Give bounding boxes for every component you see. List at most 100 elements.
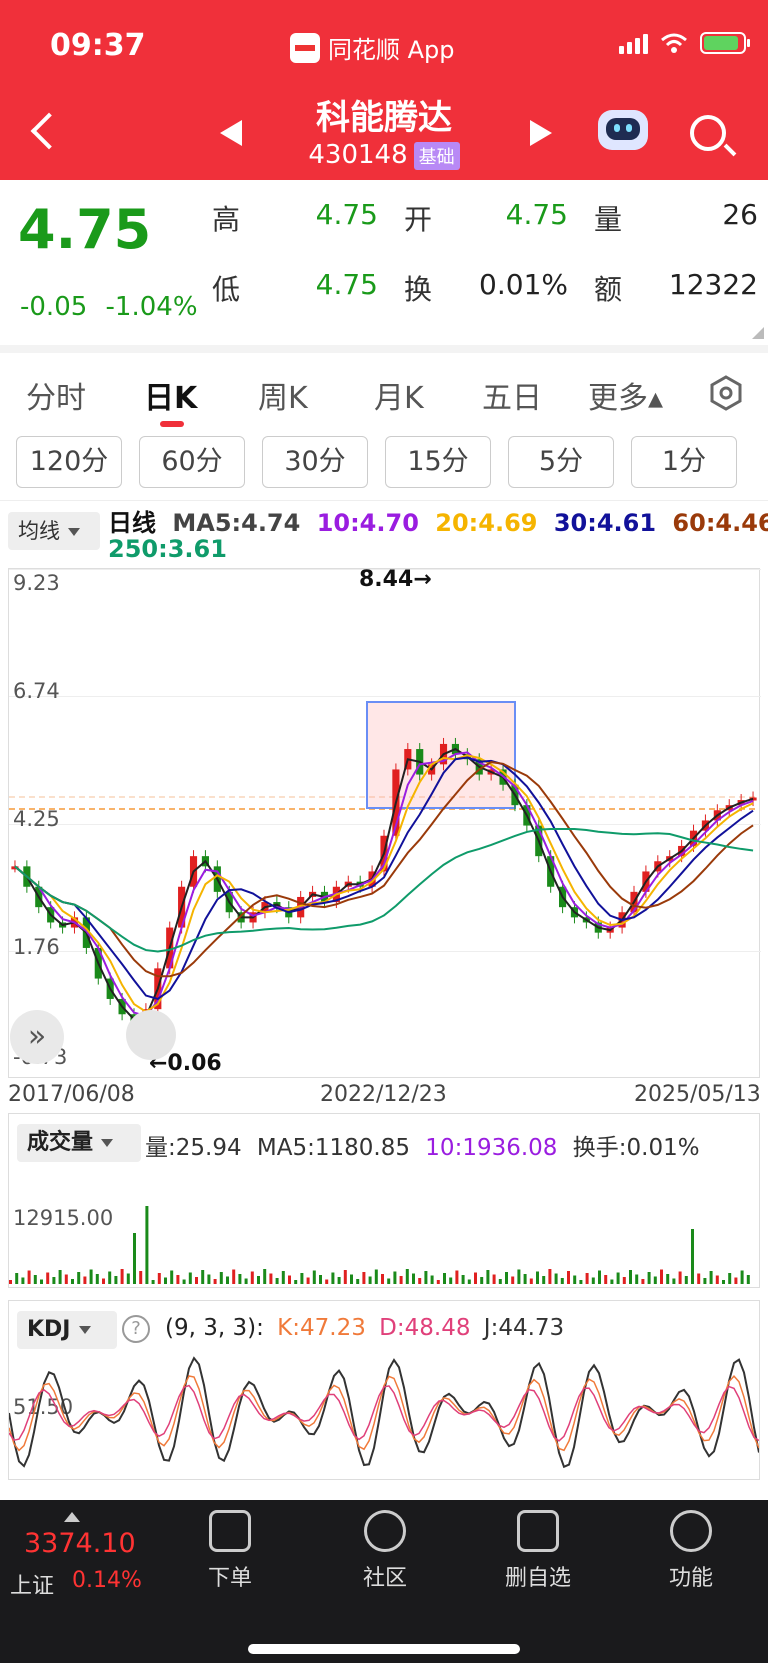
volume-bar <box>703 1278 707 1284</box>
volume-bar <box>461 1275 465 1284</box>
volume-bar <box>64 1274 68 1284</box>
kdj-k: K:47.23 <box>277 1315 366 1341</box>
volume-bar <box>356 1279 360 1284</box>
ma5-value: MA5:4.74 <box>172 509 301 537</box>
volume-bar <box>300 1273 304 1284</box>
expand-corner-icon[interactable] <box>752 327 764 339</box>
volume-bar <box>616 1272 620 1284</box>
volume-bar <box>430 1275 434 1284</box>
period-1min-button[interactable]: 1分 <box>631 436 737 488</box>
volume-panel[interactable]: 成交量 量:25.94 MA5:1180.85 10:1936.08 换手:0.… <box>8 1113 760 1288</box>
ma20-value: 20:4.69 <box>435 509 538 537</box>
kdj-j-line <box>9 1356 759 1469</box>
tab-monthly-k[interactable]: 月K <box>374 373 424 417</box>
volume-bar <box>647 1272 651 1284</box>
period-60min-button[interactable]: 60分 <box>139 436 245 488</box>
help-icon[interactable]: ? <box>122 1315 150 1343</box>
volume-bar <box>95 1274 99 1284</box>
active-tab-indicator <box>160 421 184 427</box>
volume-bar <box>157 1273 161 1284</box>
period-120min-button[interactable]: 120分 <box>16 436 122 488</box>
volume-bar <box>486 1270 490 1284</box>
volume-bar <box>15 1273 19 1284</box>
tab-weekly-k[interactable]: 周K <box>258 373 308 417</box>
nav-remove-watchlist[interactable]: 删自选 <box>483 1510 593 1592</box>
volume-bar <box>610 1279 614 1284</box>
index-value[interactable]: 3374.10 <box>24 1528 136 1559</box>
volume-bar <box>126 1273 130 1284</box>
volume-bar <box>195 1277 198 1284</box>
volume-bar <box>176 1275 180 1284</box>
volume-bar <box>102 1278 105 1284</box>
volume-bar <box>232 1269 236 1284</box>
volume-bar <box>164 1277 167 1284</box>
volume-bar <box>573 1275 577 1284</box>
settings-hexagon-icon[interactable] <box>708 375 744 411</box>
tab-timeshare[interactable]: 分时 <box>26 373 86 417</box>
period-15min-button[interactable]: 15分 <box>385 436 491 488</box>
amount-label: 额 <box>594 273 623 306</box>
volume-bar <box>641 1279 645 1284</box>
robot-assistant-icon[interactable] <box>598 110 648 150</box>
volume-bar <box>207 1274 211 1284</box>
period-5min-button[interactable]: 5分 <box>508 436 614 488</box>
volume-bar <box>672 1278 676 1284</box>
volume-bar <box>263 1269 267 1284</box>
nav-functions[interactable]: 功能 <box>636 1510 746 1592</box>
search-icon[interactable] <box>690 115 726 151</box>
volume-bar <box>436 1280 440 1284</box>
volume-bar <box>684 1276 688 1284</box>
kdj-indicator-select[interactable]: KDJ <box>17 1311 117 1349</box>
home-indicator <box>248 1644 520 1654</box>
tab-more[interactable]: 更多▴ <box>588 373 663 417</box>
nav-order[interactable]: 下单 <box>175 1510 285 1592</box>
index-name: 上证 <box>10 1574 55 1599</box>
volume-bar <box>728 1273 732 1284</box>
volume-bar <box>591 1277 595 1284</box>
divider <box>0 500 768 501</box>
ma-values: 日线 MA5:4.74 10:4.70 20:4.69 30:4.61 60:4… <box>108 503 768 538</box>
expand-sidebar-icon[interactable]: » <box>10 1010 64 1064</box>
high-value: 4.75 <box>315 198 378 231</box>
kdj-select-label: KDJ <box>27 1317 71 1342</box>
ma-indicator-select[interactable]: 均线 <box>8 512 100 550</box>
volume-bar <box>120 1269 124 1284</box>
volume-bar <box>393 1271 397 1284</box>
status-app-name: 同花顺 App <box>290 30 455 65</box>
kdj-panel[interactable]: KDJ ? (9, 3, 3): K:47.23 D:48.48 J:44.73… <box>8 1300 760 1480</box>
kline-plot <box>9 701 759 1031</box>
tab-five-day[interactable]: 五日 <box>482 373 542 417</box>
low-value: 4.75 <box>315 268 378 301</box>
volume-bar <box>288 1275 291 1284</box>
volume-bar <box>325 1279 329 1284</box>
volume-bar <box>474 1272 477 1284</box>
volume-indicator-select[interactable]: 成交量 <box>17 1124 141 1162</box>
volume-bar <box>449 1277 453 1284</box>
volume-bar <box>629 1270 632 1284</box>
volume-bar <box>219 1272 223 1284</box>
kdj-params: (9, 3, 3): <box>165 1315 264 1341</box>
volume-bar <box>579 1280 583 1284</box>
nav-community[interactable]: 社区 <box>330 1510 440 1592</box>
volume-bar <box>52 1277 56 1284</box>
tab-daily-k[interactable]: 日K <box>144 373 197 417</box>
turnover-value: 0.01% <box>479 268 568 301</box>
volume-bar <box>188 1272 192 1284</box>
volume-bar <box>517 1269 521 1284</box>
x-tick-start: 2017/06/08 <box>8 1082 135 1107</box>
volume-bar <box>492 1274 496 1284</box>
period-30min-button[interactable]: 30分 <box>262 436 368 488</box>
zoom-icon[interactable] <box>126 1010 176 1060</box>
status-indicators <box>619 32 750 54</box>
next-stock-icon[interactable] <box>530 120 552 146</box>
stock-title: 科能腾达 <box>316 98 452 138</box>
volume-bar <box>275 1278 279 1284</box>
signal-icon <box>619 32 648 54</box>
volume-bar <box>523 1274 527 1284</box>
volume-bar <box>374 1269 378 1284</box>
period-selector: 120分 60分 30分 15分 5分 1分 <box>16 436 768 490</box>
volume-bar <box>548 1269 552 1284</box>
volume-bar <box>281 1271 285 1284</box>
kline-chart[interactable]: 9.23 6.74 4.25 1.76 -0.73 8.44→ ←0.06 <box>8 567 761 1078</box>
ma30-value: 30:4.61 <box>553 509 657 537</box>
